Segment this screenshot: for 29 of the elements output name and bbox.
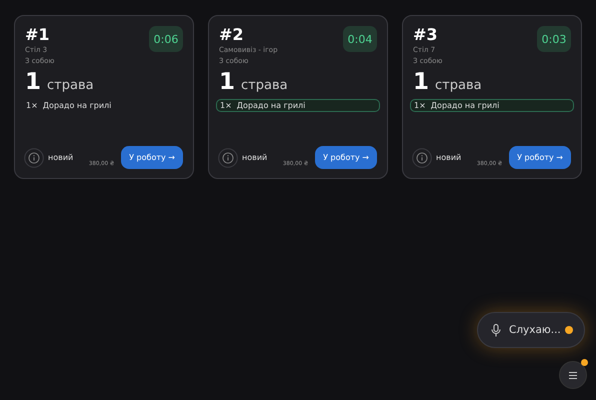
microphone-icon xyxy=(491,324,501,336)
order-status: новий xyxy=(436,153,462,162)
start-button[interactable]: У роботу → xyxy=(121,146,183,169)
order-number: #2 xyxy=(219,25,245,45)
order-status: новий xyxy=(242,153,268,162)
info-icon[interactable] xyxy=(24,148,44,168)
info-icon[interactable] xyxy=(412,148,432,168)
voice-status: Слухаю... xyxy=(509,324,561,336)
order-item: 1× Дорадо на грилі xyxy=(216,99,380,112)
info-icon[interactable] xyxy=(218,148,238,168)
dish-count-label: страва xyxy=(241,78,288,93)
start-button[interactable]: У роботу → xyxy=(509,146,571,169)
order-timer: 0:06 xyxy=(149,26,183,52)
order-number: #3 xyxy=(413,25,438,45)
order-number: #1 xyxy=(25,25,50,45)
menu-icon xyxy=(569,372,577,378)
order-timer: 0:03 xyxy=(537,26,571,52)
order-item: 1× Дорадо на грилі xyxy=(410,99,574,112)
dish-count-label: страва xyxy=(435,78,482,93)
order-timer: 0:04 xyxy=(343,26,377,52)
order-item: 1× Дорадо на грилі xyxy=(25,100,112,112)
dish-count-label: страва xyxy=(47,78,94,93)
dish-count: 1 xyxy=(219,69,236,95)
order-status: новий xyxy=(48,153,74,162)
start-button[interactable]: У роботу → xyxy=(315,146,377,169)
voice-indicator[interactable]: Слухаю... xyxy=(477,312,585,348)
dish-count: 1 xyxy=(25,69,42,95)
dish-count: 1 xyxy=(413,69,430,95)
menu-button[interactable] xyxy=(559,361,587,389)
